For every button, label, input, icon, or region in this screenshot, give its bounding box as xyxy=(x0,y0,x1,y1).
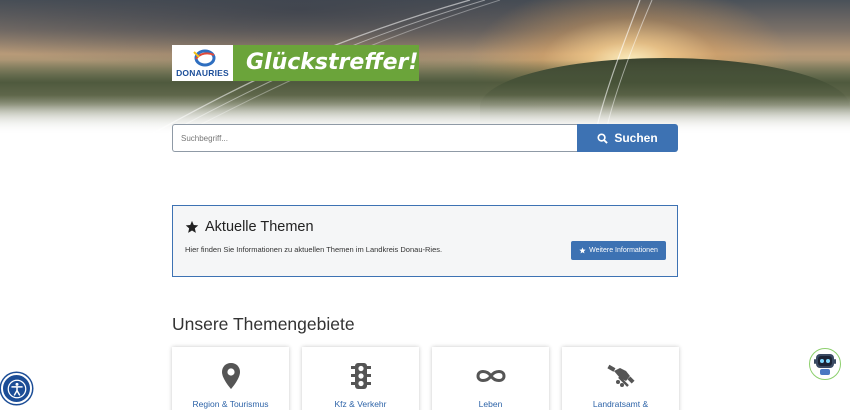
search-input[interactable] xyxy=(172,124,577,152)
star-icon xyxy=(185,220,199,233)
search-bar: Suchen xyxy=(172,124,678,152)
more-info-button[interactable]: Weitere Informationen xyxy=(571,241,666,260)
theme-card-traffic[interactable]: Kfz & Verkehr xyxy=(302,347,419,410)
search-icon xyxy=(597,132,609,144)
theme-card-leben[interactable]: Leben xyxy=(432,347,549,410)
infinity-icon xyxy=(475,370,506,382)
theme-card-label: Landratsamt & xyxy=(592,399,649,409)
logo-wordmark: DONAURIES xyxy=(176,67,229,78)
current-topics-title: Aktuelle Themen xyxy=(205,219,314,235)
theme-card-landratsamt[interactable]: Landratsamt & xyxy=(562,347,679,410)
search-button-label: Suchen xyxy=(614,131,658,145)
current-topics-heading: Aktuelle Themen xyxy=(185,219,314,235)
theme-card-label: Kfz & Verkehr xyxy=(334,399,387,409)
accessibility-icon xyxy=(7,379,26,398)
current-topics-text: Hier finden Sie Informationen zu aktuell… xyxy=(185,245,443,254)
chatbot-button[interactable] xyxy=(809,348,841,380)
logo-banner: Glückstreffer! xyxy=(233,45,419,81)
chatbot-robot-icon xyxy=(814,354,836,375)
accessibility-button[interactable] xyxy=(1,373,32,404)
hero-banner xyxy=(0,0,850,135)
logo-emblem: DONAURIES xyxy=(172,45,233,81)
handshake-icon xyxy=(606,364,635,387)
more-info-label: Weitere Informationen xyxy=(589,247,658,254)
theme-card-region[interactable]: Region & Tourismus xyxy=(172,347,289,410)
map-pin-icon xyxy=(221,363,240,389)
search-button[interactable]: Suchen xyxy=(577,124,678,152)
logo-swirl-icon xyxy=(192,49,215,66)
themes-heading: Unsere Themengebiete xyxy=(172,314,355,334)
star-icon xyxy=(579,247,586,254)
traffic-light-icon xyxy=(350,363,371,389)
current-topics-box: Aktuelle Themen Hier finden Sie Informat… xyxy=(172,205,678,277)
theme-card-label: Leben xyxy=(478,399,503,409)
site-logo[interactable]: DONAURIES Glückstreffer! xyxy=(172,45,419,81)
theme-card-label: Region & Tourismus xyxy=(192,399,269,409)
